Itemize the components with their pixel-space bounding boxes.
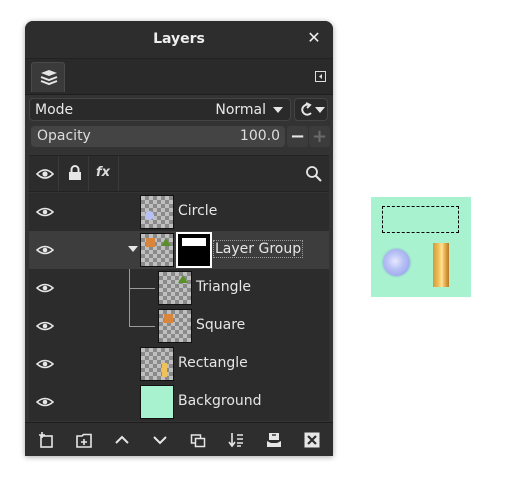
eye-icon[interactable] <box>36 244 54 256</box>
eye-icon <box>36 169 54 179</box>
effects-label: fx <box>96 165 111 180</box>
square-shape <box>146 238 155 247</box>
close-icon[interactable]: ✕ <box>305 29 323 47</box>
square-shape <box>164 314 173 323</box>
merge-down-button[interactable] <box>217 423 255 456</box>
layer-row-rectangle[interactable]: Rectangle <box>29 345 329 383</box>
layers-stack-icon <box>40 70 58 86</box>
composite-mode-icon <box>301 102 325 116</box>
duplicate-layer-icon <box>190 434 206 448</box>
new-layer-button[interactable] <box>27 423 65 456</box>
eye-icon[interactable] <box>36 206 54 218</box>
eye-icon[interactable] <box>36 358 54 370</box>
tree-line <box>129 307 130 326</box>
lock-icon <box>69 165 81 180</box>
composite-mode-button[interactable] <box>294 98 328 121</box>
anchor-layer-button[interactable] <box>255 423 293 456</box>
new-group-icon <box>76 433 92 448</box>
raise-layer-icon <box>115 435 129 444</box>
mask-white-area <box>182 238 206 246</box>
triangle-shape <box>161 238 171 246</box>
delete-layer-button[interactable] <box>293 423 331 456</box>
eye-icon[interactable] <box>36 396 54 408</box>
merge-down-icon <box>228 433 243 448</box>
raise-layer-button[interactable] <box>103 423 141 456</box>
layer-row-square[interactable]: Square <box>29 307 329 345</box>
mode-select[interactable]: Mode Normal <box>29 98 291 121</box>
lock-column-header[interactable] <box>59 156 89 191</box>
layer-thumbnail[interactable] <box>158 271 192 305</box>
new-group-button[interactable] <box>65 423 103 456</box>
opacity-row: Opacity 100.0 − + <box>25 124 333 148</box>
layers-toolbar <box>25 422 333 456</box>
layer-list: Circle Layer Group Triangle Square Recta… <box>29 193 329 421</box>
layer-name[interactable]: Background <box>178 393 262 409</box>
circle-object <box>383 249 410 276</box>
opacity-decrease-button[interactable]: − <box>287 126 308 147</box>
opacity-spinscale[interactable]: Opacity 100.0 <box>31 126 285 147</box>
layer-name[interactable]: Rectangle <box>178 355 248 371</box>
lower-layer-icon <box>153 436 167 445</box>
dock-tab-row <box>25 59 333 95</box>
layer-thumbnail[interactable] <box>158 309 192 343</box>
layers-dialog: Layers ✕ Mode Normal Opacity 100.0 − + f… <box>25 21 333 456</box>
eye-icon[interactable] <box>36 320 54 332</box>
tree-line <box>129 288 155 289</box>
tab-menu-icon[interactable] <box>315 71 326 82</box>
chevron-down-icon <box>273 107 283 113</box>
effects-column-header[interactable]: fx <box>89 156 119 191</box>
layers-tab[interactable] <box>31 62 65 92</box>
mode-label: Mode <box>35 102 74 118</box>
visibility-column-header[interactable] <box>29 156 59 191</box>
triangle-shape <box>178 275 188 283</box>
layer-name[interactable]: Square <box>196 317 245 333</box>
layer-mask-thumbnail[interactable] <box>176 232 212 268</box>
eye-icon[interactable] <box>36 282 54 294</box>
layer-thumbnail[interactable] <box>140 233 174 267</box>
dialog-title: Layers <box>153 31 205 47</box>
duplicate-layer-button[interactable] <box>179 423 217 456</box>
lower-layer-button[interactable] <box>141 423 179 456</box>
layer-list-header: fx <box>29 155 329 192</box>
search-icon[interactable] <box>305 165 323 183</box>
layer-row-background[interactable]: Background <box>29 383 329 421</box>
opacity-increase-button[interactable]: + <box>309 126 330 147</box>
title-bar[interactable]: Layers ✕ <box>25 21 333 59</box>
circle-shape <box>145 211 154 220</box>
layer-row-circle[interactable]: Circle <box>29 193 329 231</box>
layer-name[interactable]: Circle <box>178 203 217 219</box>
rectangle-shape <box>162 363 167 377</box>
opacity-value: 100.0 <box>239 128 280 144</box>
layer-thumbnail[interactable] <box>140 195 174 229</box>
selection-marquee <box>382 206 459 233</box>
plus-icon: + <box>311 126 328 147</box>
opacity-label: Opacity <box>37 128 91 144</box>
layer-name[interactable]: Triangle <box>196 279 251 295</box>
layer-thumbnail[interactable] <box>140 385 174 419</box>
layer-thumbnail[interactable] <box>140 347 174 381</box>
layer-row-layer-group[interactable]: Layer Group <box>29 231 329 269</box>
canvas-preview <box>371 197 471 297</box>
layer-row-triangle[interactable]: Triangle <box>29 269 329 307</box>
new-layer-icon <box>39 432 53 448</box>
minus-icon: − <box>289 126 306 147</box>
mode-row: Mode Normal <box>25 96 333 122</box>
anchor-layer-icon <box>267 433 281 447</box>
delete-layer-icon <box>304 432 320 448</box>
expander-arrow-icon[interactable] <box>128 245 138 253</box>
mode-value: Normal <box>215 102 266 118</box>
layer-name[interactable]: Layer Group <box>213 240 304 258</box>
tree-line <box>129 326 155 327</box>
rectangle-object <box>433 243 449 287</box>
